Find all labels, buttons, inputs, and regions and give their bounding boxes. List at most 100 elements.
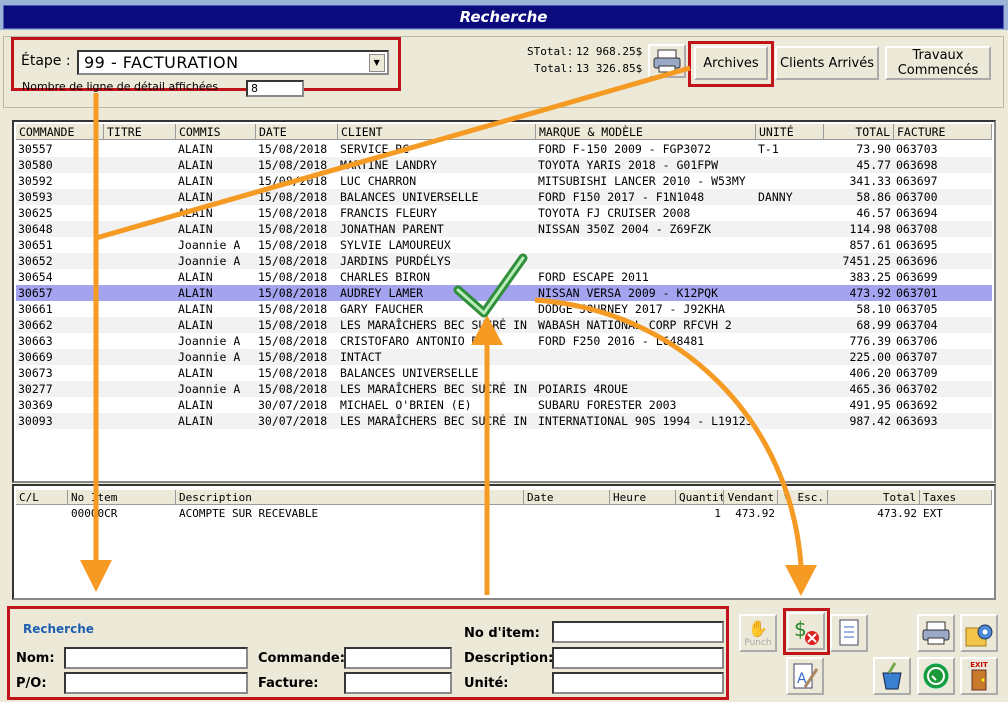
- table-cell: MITSUBISHI LANCER 2010 - W53MY: [538, 174, 746, 188]
- table-cell: 30661: [18, 302, 53, 316]
- search-panel: Recherche Nom: P/O: Commande: Facture: N…: [7, 606, 729, 700]
- document-button[interactable]: [830, 614, 868, 652]
- table-cell: T-1: [758, 142, 779, 156]
- settings-button[interactable]: [960, 614, 998, 652]
- detail-table[interactable]: C/L No Item Description Date Heure Quantit Ven…: [12, 484, 996, 600]
- table-cell: [104, 317, 176, 333]
- cancel-invoice-button[interactable]: $: [787, 612, 825, 650]
- table-row[interactable]: 30580 ALAIN 15/08/2018 MARTINE LANDRY TOYOTA…: [16, 157, 992, 173]
- detail-table-header: C/L No Item Description Date Heure Quantit Ven…: [16, 490, 992, 505]
- printer-icon: [653, 49, 681, 73]
- table-cell: 30277: [18, 382, 53, 396]
- archives-button[interactable]: Archives: [694, 46, 768, 80]
- table-cell: [756, 285, 824, 301]
- column-header[interactable]: CLIENT: [338, 124, 536, 140]
- column-header[interactable]: TITRE: [104, 124, 176, 140]
- table-row[interactable]: 30093 ALAIN 30/07/2018 LES MARAÎCHERS BEC S…: [16, 413, 992, 429]
- table-row[interactable]: 30662 ALAIN 15/08/2018 LES MARAÎCHERS BEC S…: [16, 317, 992, 333]
- table-cell: 30663: [18, 334, 53, 348]
- table-cell: LES MARAÎCHERS BEC SUCRÉ IN: [340, 382, 527, 396]
- table-cell: [104, 397, 176, 413]
- table-row[interactable]: 30654 ALAIN 15/08/2018 CHARLES BIRON FORD ES…: [16, 269, 992, 285]
- table-cell: [104, 285, 176, 301]
- detail-column-header[interactable]: Total: [828, 490, 920, 505]
- travaux-commences-button[interactable]: Travaux Commencés: [885, 46, 991, 80]
- table-row[interactable]: 30277 Joannie A 15/08/2018 LES MARAÎCHERS B…: [16, 381, 992, 397]
- detail-cell: [524, 506, 610, 522]
- noitem-label: No d'item:: [464, 626, 540, 641]
- table-row[interactable]: 30669 Joannie A 15/08/2018 INTACT 225.00 0637…: [16, 349, 992, 365]
- unite-field[interactable]: [552, 672, 724, 694]
- table-cell: 45.77: [856, 158, 891, 172]
- noitem-field[interactable]: [552, 621, 724, 643]
- table-cell: [104, 381, 176, 397]
- clean-button[interactable]: [873, 657, 911, 695]
- table-row[interactable]: 30592 ALAIN 15/08/2018 LUC CHARRON MITSUBISH…: [16, 173, 992, 189]
- confirm-button[interactable]: [917, 657, 955, 695]
- detail-cell: EXT: [923, 507, 943, 520]
- nom-field[interactable]: [64, 647, 248, 669]
- search-title: Recherche: [23, 622, 94, 636]
- table-row[interactable]: 30593 ALAIN 15/08/2018 BALANCES UNIVERSELLE…: [16, 189, 992, 205]
- table-row[interactable]: 30625 ALAIN 15/08/2018 FRANCIS FLEURY TOYOTA…: [16, 205, 992, 221]
- detail-column-header[interactable]: Description: [176, 490, 524, 505]
- table-cell: 15/08/2018: [258, 206, 328, 220]
- table-cell: [536, 253, 756, 269]
- table-row[interactable]: 30673 ALAIN 15/08/2018 BALANCES UNIVERSELLE…: [16, 365, 992, 381]
- detail-row[interactable]: 00000CR ACOMPTE SUR RECEVABLE 1 473.92 473.9…: [16, 506, 992, 522]
- detail-column-header[interactable]: Vendant: [724, 490, 778, 505]
- table-cell: 473.92: [849, 286, 891, 300]
- etape-select[interactable]: 99 - FACTURATION ▼: [77, 50, 389, 75]
- table-row[interactable]: 30663 Joannie A 15/08/2018 CRISTOFARO ANTON…: [16, 333, 992, 349]
- facture-field[interactable]: [344, 672, 452, 694]
- table-cell: 30369: [18, 398, 53, 412]
- detail-column-header[interactable]: Date: [524, 490, 610, 505]
- detail-column-header[interactable]: Quantit: [676, 490, 724, 505]
- table-cell: [104, 141, 176, 157]
- table-cell: 15/08/2018: [258, 238, 328, 252]
- etape-value: 99 - FACTURATION: [84, 53, 239, 72]
- commande-field[interactable]: [344, 647, 452, 669]
- table-row[interactable]: 30657 ALAIN 15/08/2018 AUDREY LAMER NISSAN V…: [16, 285, 992, 301]
- column-header[interactable]: FACTURE: [894, 124, 992, 140]
- table-row[interactable]: 30648 ALAIN 15/08/2018 JONATHAN PARENT NISSA…: [16, 221, 992, 237]
- print-toolbar-button[interactable]: [917, 614, 955, 652]
- table-row[interactable]: 30369 ALAIN 30/07/2018 MICHAEL O'BRIEN (E) S…: [16, 397, 992, 413]
- detail-cell: 1: [714, 507, 721, 520]
- column-header[interactable]: UNITÉ: [756, 124, 824, 140]
- table-cell: 15/08/2018: [258, 254, 328, 268]
- table-cell: ALAIN: [178, 206, 213, 220]
- detail-column-header[interactable]: % Esc.: [778, 490, 828, 505]
- table-row[interactable]: 30651 Joannie A 15/08/2018 SYLVIE LAMOUREUX…: [16, 237, 992, 253]
- table-cell: FRANCIS FLEURY: [340, 206, 437, 220]
- description-field[interactable]: [552, 647, 724, 669]
- column-header[interactable]: COMMANDE: [16, 124, 104, 140]
- table-cell: MICHAEL O'BRIEN (E): [340, 398, 472, 412]
- table-row[interactable]: 30557 ALAIN 15/08/2018 SERVICE RC FORD F-150…: [16, 141, 992, 157]
- print-button[interactable]: [648, 44, 686, 78]
- detail-column-header[interactable]: Taxes: [920, 490, 992, 505]
- table-row[interactable]: 30652 Joannie A 15/08/2018 JARDINS PURDÉLYS…: [16, 253, 992, 269]
- exit-button[interactable]: EXIT: [960, 657, 998, 695]
- table-cell: JONATHAN PARENT: [340, 222, 444, 236]
- column-header[interactable]: COMMIS: [176, 124, 256, 140]
- orders-table[interactable]: COMMANDE TITRE COMMIS DATE CLIENT MARQUE & MO…: [12, 120, 996, 483]
- clients-arrives-button[interactable]: Clients Arrivés: [775, 46, 879, 80]
- edit-button[interactable]: A: [786, 657, 824, 695]
- table-cell: [104, 301, 176, 317]
- detail-column-header[interactable]: No Item: [68, 490, 176, 505]
- detail-column-header[interactable]: C/L: [16, 490, 68, 505]
- column-header[interactable]: MARQUE & MODÈLE: [536, 124, 756, 140]
- chevron-down-icon[interactable]: ▼: [369, 54, 385, 72]
- column-header[interactable]: DATE: [256, 124, 338, 140]
- table-cell: [756, 205, 824, 221]
- detail-lines-input[interactable]: 8: [246, 80, 304, 97]
- detail-column-header[interactable]: Heure: [610, 490, 676, 505]
- total-value: 13 326.85$: [576, 62, 643, 75]
- table-row[interactable]: 30661 ALAIN 15/08/2018 GARY FAUCHER DODGE JO…: [16, 301, 992, 317]
- po-field[interactable]: [64, 672, 248, 694]
- column-header[interactable]: TOTAL: [824, 124, 894, 140]
- detail-cell: [778, 506, 828, 522]
- punch-button[interactable]: ✋ Punch: [739, 614, 777, 652]
- edit-document-icon: A: [793, 663, 819, 689]
